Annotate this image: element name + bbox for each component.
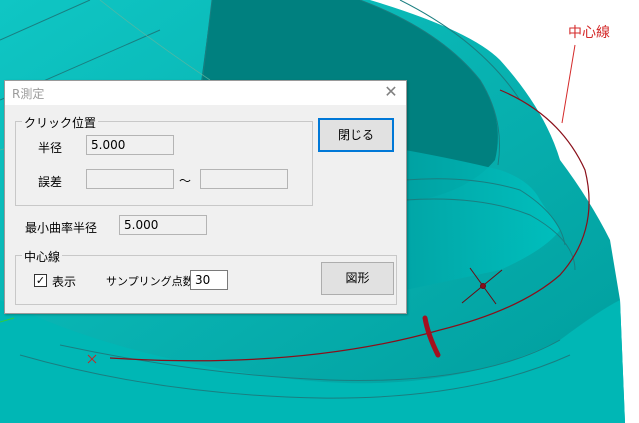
click-position-group: クリック位置 <box>15 114 313 206</box>
close-button[interactable]: 閉じる <box>318 118 394 152</box>
shape-button-label: 図形 <box>345 271 370 285</box>
click-position-legend: クリック位置 <box>22 114 99 131</box>
sampling-count-input[interactable]: 30 <box>190 270 228 290</box>
show-label[interactable]: 表示 <box>52 273 76 290</box>
radius-label: 半径 <box>38 141 63 155</box>
close-button-label: 閉じる <box>337 128 374 142</box>
radius-field: 5.000 <box>86 135 174 155</box>
error-range-separator: 〜 <box>179 174 192 188</box>
r-measure-dialog: R測定 ✕ クリック位置 半径 5.000 誤差 〜 閉じる 最小曲率半径 5.… <box>4 80 407 314</box>
shape-button[interactable]: 図形 <box>321 262 394 295</box>
min-curvature-radius-label: 最小曲率半径 <box>25 221 98 235</box>
dialog-titlebar[interactable]: R測定 ✕ <box>5 81 406 105</box>
error-min-field <box>86 169 174 189</box>
center-line-annotation: 中心線 <box>568 25 610 41</box>
error-max-field <box>200 169 288 189</box>
min-curvature-radius-field: 5.000 <box>119 215 207 235</box>
sampling-count-label: サンプリング点数 <box>106 275 194 288</box>
dialog-title: R測定 <box>12 87 45 101</box>
show-checkbox[interactable]: ✓ <box>34 274 47 287</box>
close-icon[interactable]: ✕ <box>382 83 400 101</box>
center-line-legend: 中心線 <box>22 248 63 265</box>
error-label: 誤差 <box>38 175 63 189</box>
